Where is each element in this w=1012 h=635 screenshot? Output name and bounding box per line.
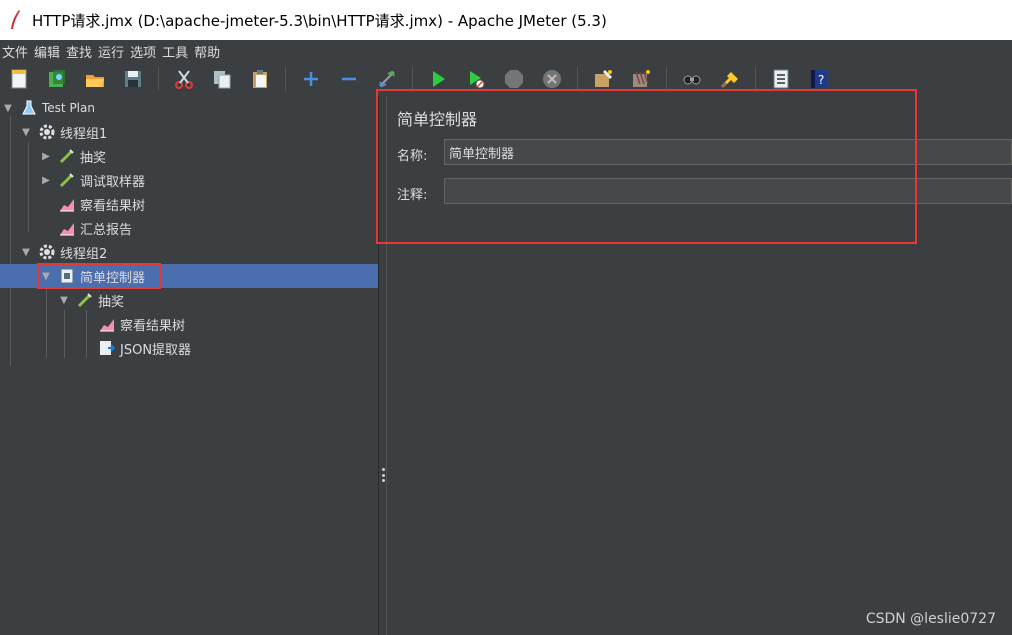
tree-guide-line — [64, 310, 65, 358]
chevron-right-icon[interactable]: ▶ — [40, 174, 52, 186]
panel-highlight-box — [376, 89, 917, 244]
tree-guide-line — [46, 286, 47, 358]
paste-icon[interactable] — [247, 66, 273, 92]
toolbar-separator — [577, 67, 578, 91]
window-titlebar: HTTP请求.jmx (D:\apache-jmeter-5.3\bin\HTT… — [0, 0, 1012, 40]
menu-bar: 文件 编辑 查找 运行 选项 工具 帮助 — [0, 40, 1012, 62]
menu-search[interactable]: 查找 — [66, 42, 92, 61]
toolbar-separator — [285, 67, 286, 91]
graph-icon — [58, 219, 76, 237]
toolbar-separator — [755, 67, 756, 91]
jmeter-feather-icon — [8, 9, 22, 31]
chevron-down-icon[interactable]: ▼ — [20, 246, 32, 258]
pipette-icon — [76, 291, 94, 309]
menu-file[interactable]: 文件 — [2, 42, 28, 61]
tree-item-view-results-tree-2[interactable]: 察看结果树 — [98, 312, 378, 336]
tree-item-thread-group-1[interactable]: ▼ 线程组1 — [20, 120, 378, 144]
new-icon[interactable] — [6, 66, 32, 92]
splitter-handle-icon[interactable] — [381, 468, 385, 482]
menu-options[interactable]: 选项 — [130, 42, 156, 61]
tree-item-test-plan[interactable]: ▼ Test Plan — [2, 96, 378, 120]
tree-item-label: 察看结果树 — [120, 318, 186, 334]
menu-run[interactable]: 运行 — [98, 42, 124, 61]
menu-help[interactable]: 帮助 — [194, 42, 220, 61]
expand-icon[interactable] — [298, 66, 324, 92]
tree-item-label: 抽奖 — [80, 150, 107, 166]
gear-icon — [38, 123, 56, 141]
tree-item-label: 线程组1 — [60, 126, 108, 142]
tree-item-summary-report[interactable]: 汇总报告 — [58, 216, 378, 240]
toolbar-separator — [412, 67, 413, 91]
tree-guide-line — [10, 116, 11, 366]
flask-icon — [20, 99, 38, 117]
open-icon[interactable] — [82, 66, 108, 92]
tree-guide-line — [86, 310, 87, 358]
tree-item-label: 抽奖 — [98, 294, 125, 310]
copy-icon[interactable] — [209, 66, 235, 92]
cut-icon[interactable] — [171, 66, 197, 92]
tree-item-label: Test Plan — [42, 101, 95, 115]
pipette-icon — [58, 171, 76, 189]
gear-icon — [38, 243, 56, 261]
tree-guide-line — [28, 142, 29, 232]
tree-item-label: 线程组2 — [60, 246, 108, 262]
test-plan-tree: ▼ Test Plan ▼ 线程组1 ▶ 抽奖 ▶ 调试取样器 察看结果树 汇总… — [0, 96, 378, 635]
selection-highlight-box — [37, 263, 161, 289]
tree-item-label: 汇总报告 — [80, 222, 133, 238]
chevron-right-icon[interactable]: ▶ — [40, 150, 52, 162]
watermark: CSDN @leslie0727 — [865, 611, 996, 627]
tree-item-debug-sampler[interactable]: ▶ 调试取样器 — [40, 168, 378, 192]
graph-icon — [98, 315, 116, 333]
tree-item-label: JSON提取器 — [120, 342, 192, 358]
tree-item-sampler-lottery-2[interactable]: ▼ 抽奖 — [58, 288, 378, 312]
tree-item-json-extractor[interactable]: JSON提取器 — [98, 336, 378, 360]
tree-item-view-results-tree[interactable]: 察看结果树 — [58, 192, 378, 216]
document-arrow-icon — [98, 339, 116, 357]
toolbar-separator — [158, 67, 159, 91]
svg-text:?: ? — [818, 73, 824, 87]
tree-item-sampler-lottery[interactable]: ▶ 抽奖 — [40, 144, 378, 168]
collapse-icon[interactable] — [336, 66, 362, 92]
window-title: HTTP请求.jmx (D:\apache-jmeter-5.3\bin\HTT… — [32, 11, 607, 30]
chevron-down-icon[interactable]: ▼ — [2, 102, 14, 114]
menu-tools[interactable]: 工具 — [162, 42, 188, 61]
save-icon[interactable] — [120, 66, 146, 92]
toolbar-separator — [666, 67, 667, 91]
graph-icon — [58, 195, 76, 213]
tree-item-label: 察看结果树 — [80, 198, 146, 214]
chevron-down-icon[interactable]: ▼ — [20, 126, 32, 138]
pipette-icon — [58, 147, 76, 165]
tree-item-thread-group-2[interactable]: ▼ 线程组2 — [20, 240, 378, 264]
tree-item-label: 调试取样器 — [80, 174, 146, 190]
chevron-down-icon[interactable]: ▼ — [58, 294, 70, 306]
templates-icon[interactable] — [44, 66, 70, 92]
menu-edit[interactable]: 编辑 — [34, 42, 60, 61]
